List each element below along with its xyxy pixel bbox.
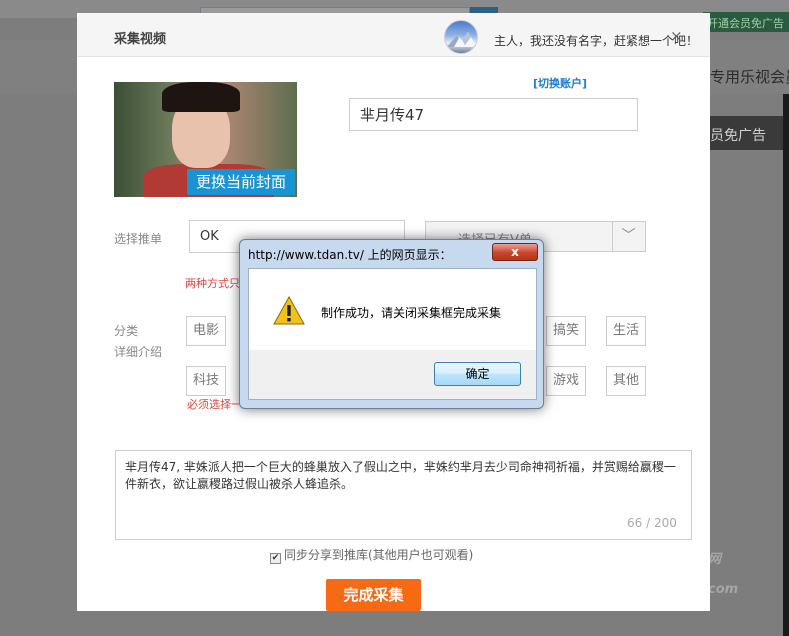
alert-body: 制作成功，请关闭采集框完成采集 [248, 268, 537, 351]
recommend-hint: 两种方式只 [185, 277, 240, 290]
category-tag[interactable]: 搞笑 [546, 316, 586, 346]
mountain-avatar-icon [447, 32, 477, 47]
modal-header: 采集视频 主人，我还没有名字，赶紧想一个吧！ × [77, 13, 710, 57]
category-tag[interactable]: 其他 [606, 366, 646, 396]
category-tag[interactable]: 科技 [186, 366, 226, 396]
background-side-banner: 员免广告 [708, 116, 789, 150]
category-tag[interactable]: 生活 [606, 316, 646, 346]
video-cover-image: 更换当前封面 [114, 82, 297, 197]
chevron-down-icon[interactable]: ﹀ [612, 221, 644, 252]
ok-button[interactable]: 确定 [434, 362, 521, 386]
alert-title: http://www.tdan.tv/ 上的网页显示： [248, 248, 452, 262]
category-hint: 必须选择一 [187, 398, 242, 411]
cover-figure-hair [162, 82, 240, 112]
char-counter: 66 / 200 [627, 516, 677, 530]
alert-dialog: http://www.tdan.tv/ 上的网页显示： x 制作成功，请关闭采集… [239, 239, 544, 409]
alert-close-button[interactable]: x [492, 243, 538, 261]
category-tag[interactable]: 游戏 [546, 366, 586, 396]
alert-footer: 确定 [248, 350, 537, 400]
recommend-label: 选择推单 [114, 232, 163, 246]
share-checkbox[interactable]: ✔ [270, 553, 281, 564]
modal-title: 采集视频 [114, 32, 167, 47]
share-label: 同步分享到推库(其他用户也可观看) [284, 548, 474, 562]
category-label: 分类 [114, 324, 139, 338]
video-name-input[interactable] [349, 98, 638, 131]
description-textarea[interactable]: 芈月传47, 芈姝派人把一个巨大的蜂巢放入了假山之中，芈姝约芈月去少司命神祠祈福… [115, 450, 692, 540]
warning-icon [273, 296, 305, 325]
finish-collect-button[interactable]: 完成采集 [326, 579, 421, 611]
change-cover-button[interactable]: 更换当前封面 [187, 169, 295, 195]
watermark-text: com [708, 582, 739, 597]
detail-intro-label: 详细介绍 [114, 345, 163, 359]
category-tag[interactable]: 电影 [186, 316, 226, 346]
close-icon[interactable]: × [670, 27, 683, 45]
alert-message: 制作成功，请关闭采集框完成采集 [321, 306, 502, 320]
share-option[interactable]: ✔ 同步分享到推库(其他用户也可观看) [270, 546, 473, 564]
user-name-prompt: 主人，我还没有名字，赶紧想一个吧！ [494, 34, 699, 48]
background-right-bar [783, 94, 789, 636]
switch-account-link[interactable]: [切换账户] [533, 75, 587, 91]
avatar[interactable] [444, 20, 478, 54]
background-side-text: 专用乐视会员 [710, 68, 789, 86]
background-vip-link: 开通会员免广告 [703, 12, 789, 32]
